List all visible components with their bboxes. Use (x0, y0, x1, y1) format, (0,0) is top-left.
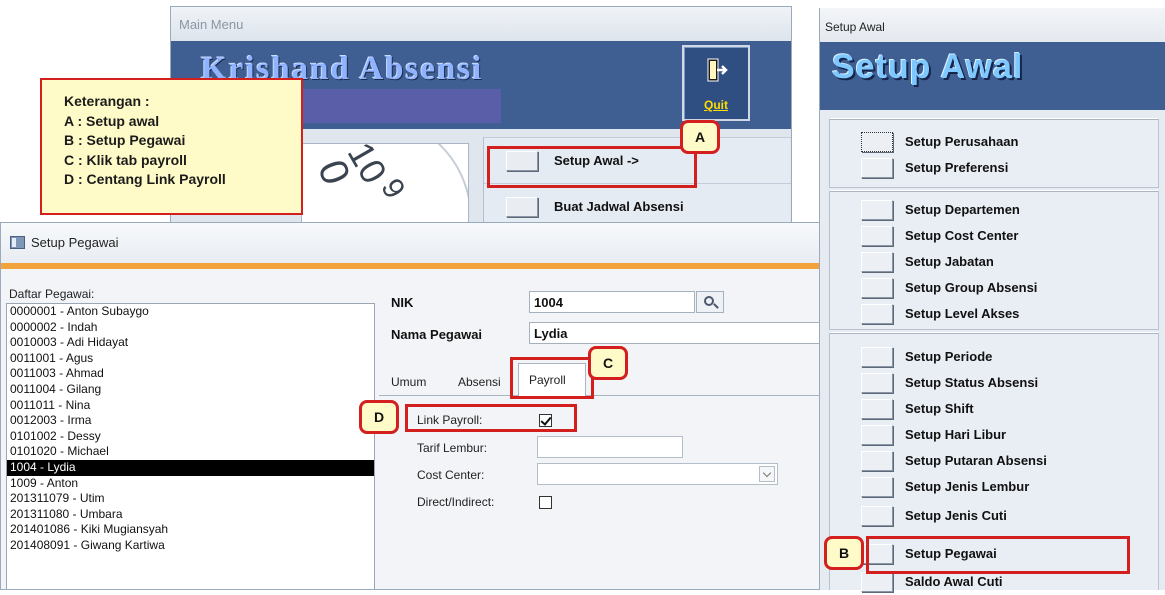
note-line: D : Centang Link Payroll (64, 171, 226, 187)
tarif-lembur-input[interactable] (537, 436, 683, 458)
search-icon-handle (713, 303, 719, 309)
search-button[interactable] (696, 291, 724, 313)
setup-group-organization (829, 190, 1159, 330)
list-item[interactable]: 1009 - Anton (7, 476, 374, 492)
callout-a: A (680, 120, 720, 154)
nama-pegawai-field[interactable]: Lydia (529, 322, 819, 344)
chevron-down-icon[interactable] (759, 466, 775, 482)
setup-pegawai-titlebar: Setup Pegawai (1, 223, 819, 263)
cost-center-label: Cost Center: (417, 468, 485, 482)
quit-button[interactable]: Quit (682, 45, 750, 121)
window-icon (10, 236, 25, 249)
list-item[interactable]: 201401086 - Kiki Mugiansyah (7, 522, 374, 538)
direct-indirect-checkbox[interactable] (539, 496, 552, 509)
tarif-lembur-label: Tarif Lembur: (417, 441, 488, 455)
daftar-pegawai-label: Daftar Pegawai: (9, 287, 95, 301)
quit-label: Quit (704, 98, 728, 112)
list-item[interactable]: 201408091 - Giwang Kartiwa (7, 538, 374, 554)
highlight-setup-awal (487, 146, 697, 188)
list-item[interactable]: 0011011 - Nina (7, 398, 374, 414)
setup-awal-titlebar: Setup Awal (820, 8, 1165, 42)
callout-b: B (824, 536, 864, 570)
menu-item-label: Buat Jadwal Absensi (554, 199, 684, 214)
callout-d: D (359, 400, 399, 434)
banner-strip (301, 89, 501, 123)
setup-group-company (829, 118, 1159, 188)
nama-pegawai-label: Nama Pegawai (391, 327, 483, 342)
keterangan-note: Keterangan : A : Setup awal B : Setup Pe… (40, 78, 303, 215)
nik-label: NIK (391, 295, 414, 310)
list-item[interactable]: 0000001 - Anton Subaygo (7, 304, 374, 320)
list-item[interactable]: 0101020 - Michael (7, 444, 374, 460)
list-item[interactable]: 201311080 - Umbara (7, 507, 374, 523)
tab-absensi[interactable]: Absensi (458, 368, 514, 396)
tab-strip-line (379, 395, 819, 396)
list-item[interactable]: 0000002 - Indah (7, 320, 374, 336)
employee-list[interactable]: 0000001 - Anton Subaygo 0000002 - Indah … (6, 303, 375, 589)
highlight-payroll-tab (510, 357, 594, 399)
setup-awal-title: Setup Awal (832, 48, 1024, 86)
setup-awal-window: Setup Awal Setup Awal (819, 8, 1165, 590)
main-menu-titlebar: Main Menu (171, 7, 791, 41)
direct-indirect-label: Direct/Indirect: (417, 495, 495, 509)
cost-center-select[interactable] (537, 463, 778, 485)
exit-door-icon (707, 58, 728, 82)
note-title: Keterangan : (64, 93, 150, 109)
tab-umum[interactable]: Umum (391, 368, 426, 396)
list-item[interactable]: 0010003 - Adi Hidayat (7, 335, 374, 351)
highlight-link-payroll (405, 404, 577, 432)
list-item[interactable]: 0101002 - Dessy (7, 429, 374, 445)
list-item[interactable]: 201311079 - Utim (7, 491, 374, 507)
list-item[interactable]: 0011004 - Gilang (7, 382, 374, 398)
menu-button[interactable] (506, 197, 538, 217)
list-item[interactable]: 0011003 - Ahmad (7, 366, 374, 382)
note-line: C : Klik tab payroll (64, 151, 187, 168)
callout-c: C (588, 346, 628, 380)
nik-field[interactable]: 1004 (529, 291, 695, 313)
list-item[interactable]: 0011001 - Agus (7, 351, 374, 367)
list-item-selected[interactable]: 1004 - Lydia (7, 459, 374, 476)
note-line: B : Setup Pegawai (64, 132, 186, 148)
note-line: A : Setup awal (64, 112, 160, 129)
window-title: Setup Pegawai (31, 235, 119, 250)
highlight-setup-pegawai (866, 536, 1130, 574)
list-item[interactable]: 0012003 - Irma (7, 413, 374, 429)
